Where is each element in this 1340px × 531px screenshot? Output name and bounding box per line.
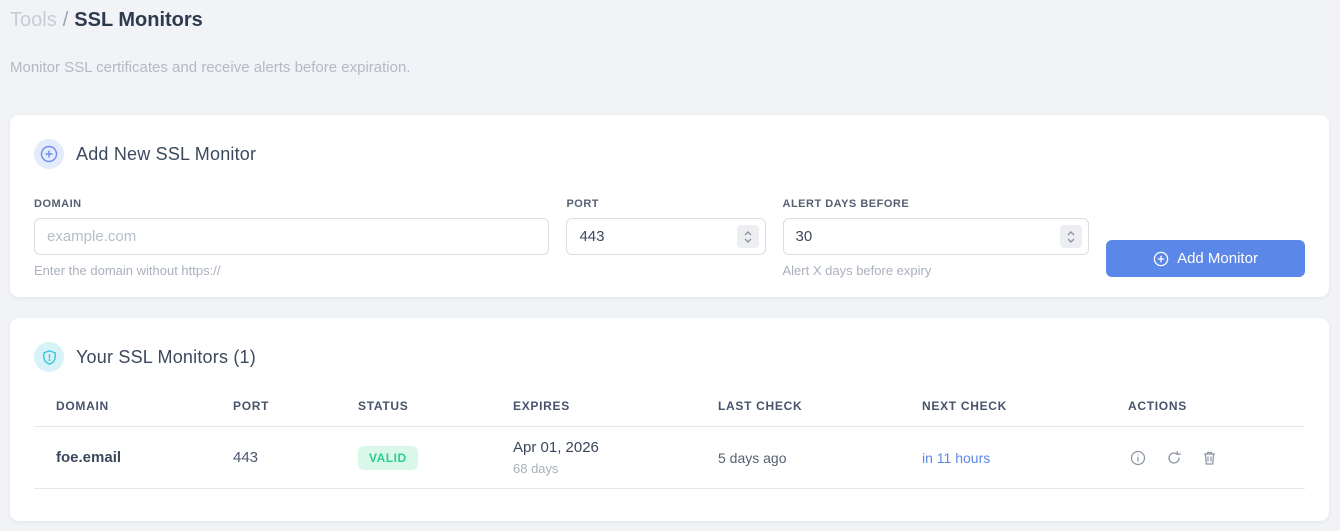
port-field-group: PORT xyxy=(566,198,766,255)
row-port: 443 xyxy=(211,426,336,489)
breadcrumb-tools[interactable]: Tools xyxy=(10,9,57,31)
info-icon xyxy=(1130,450,1146,466)
add-monitor-button-label: Add Monitor xyxy=(1177,250,1258,267)
row-next-check: in 11 hours xyxy=(900,426,1106,489)
monitors-table-wrap: DOMAIN PORT STATUS EXPIRES LAST CHECK NE… xyxy=(10,384,1329,489)
plus-circle-icon xyxy=(34,139,64,169)
table-header-row: DOMAIN PORT STATUS EXPIRES LAST CHECK NE… xyxy=(34,384,1305,427)
info-button[interactable] xyxy=(1128,448,1148,468)
add-monitor-form: DOMAIN Enter the domain without https://… xyxy=(10,198,1329,278)
domain-helper: Enter the domain without https:// xyxy=(34,263,221,278)
alert-days-stepper[interactable] xyxy=(1060,225,1082,248)
shield-icon xyxy=(34,342,64,372)
table-row: foe.email 443 VALID Apr 01, 2026 68 days… xyxy=(34,426,1305,489)
header-port: PORT xyxy=(211,384,336,427)
row-last-check: 5 days ago xyxy=(696,426,900,489)
breadcrumb: Tools / SSL Monitors xyxy=(10,6,203,34)
row-status: VALID xyxy=(336,426,491,489)
add-monitor-card-title: Add New SSL Monitor xyxy=(76,143,257,164)
header-actions: ACTIONS xyxy=(1106,384,1305,427)
add-monitor-card-header: Add New SSL Monitor xyxy=(10,115,1329,169)
page-title: SSL Monitors xyxy=(74,9,203,31)
alert-days-input[interactable] xyxy=(782,218,1089,255)
breadcrumb-separator: / xyxy=(62,9,69,31)
expires-days-remaining: 68 days xyxy=(513,461,559,476)
port-label: PORT xyxy=(566,198,600,210)
refresh-button[interactable] xyxy=(1164,448,1184,468)
trash-icon xyxy=(1202,450,1217,466)
monitors-list-card: Your SSL Monitors (1) DOMAIN PORT STATUS… xyxy=(10,318,1329,521)
header-expires: EXPIRES xyxy=(491,384,696,427)
page-subtitle: Monitor SSL certificates and receive ale… xyxy=(10,59,411,76)
port-input[interactable] xyxy=(566,218,766,255)
delete-button[interactable] xyxy=(1200,448,1219,468)
header-last-check: LAST CHECK xyxy=(696,384,900,427)
add-monitor-button[interactable]: Add Monitor xyxy=(1106,240,1305,277)
monitors-card-title: Your SSL Monitors (1) xyxy=(76,346,256,367)
status-badge: VALID xyxy=(358,445,418,470)
header-domain: DOMAIN xyxy=(34,384,211,427)
domain-field-group: DOMAIN Enter the domain without https:// xyxy=(34,198,550,278)
refresh-icon xyxy=(1166,450,1182,466)
header-next-check: NEXT CHECK xyxy=(900,384,1106,427)
domain-input[interactable] xyxy=(34,218,550,255)
header-status: STATUS xyxy=(336,384,491,427)
row-domain: foe.email xyxy=(34,426,211,489)
plus-circle-icon xyxy=(1153,251,1169,267)
port-stepper[interactable] xyxy=(736,225,759,248)
row-expires: Apr 01, 2026 68 days xyxy=(491,426,696,489)
monitors-table: DOMAIN PORT STATUS EXPIRES LAST CHECK NE… xyxy=(34,384,1305,489)
monitors-card-header: Your SSL Monitors (1) xyxy=(10,318,1329,372)
alert-days-field-group: ALERT DAYS BEFORE Alert X days before ex… xyxy=(782,198,1089,278)
expires-date: Apr 01, 2026 xyxy=(513,439,599,456)
row-actions xyxy=(1106,426,1305,489)
alert-days-helper: Alert X days before expiry xyxy=(782,263,932,278)
alert-days-label: ALERT DAYS BEFORE xyxy=(782,198,910,210)
domain-label: DOMAIN xyxy=(34,198,82,210)
add-monitor-card: Add New SSL Monitor DOMAIN Enter the dom… xyxy=(10,115,1329,297)
